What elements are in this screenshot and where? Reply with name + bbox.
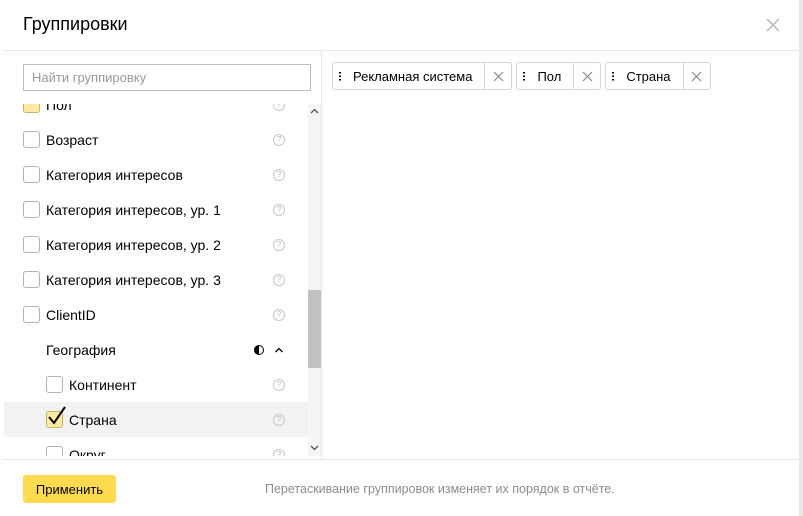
list-item-label: Категория интересов, ур. 3 [46, 271, 221, 288]
scrollbar-thumb[interactable] [308, 290, 321, 368]
group-header-geography[interactable]: География [4, 332, 308, 367]
checkbox[interactable] [23, 236, 40, 253]
checkbox[interactable] [23, 306, 40, 323]
grouping-tag[interactable]: Пол [516, 62, 602, 90]
grouping-tag-label: Пол [537, 68, 562, 84]
list-item[interactable]: Пол ? [4, 104, 308, 122]
help-icon[interactable]: ? [273, 168, 285, 181]
grouping-tag[interactable]: Страна [605, 62, 711, 90]
help-icon[interactable]: ? [273, 448, 285, 456]
footer-hint: Перетаскивание группировок изменяет их п… [265, 482, 615, 496]
chevron-up-icon[interactable] [274, 345, 284, 355]
panel-divider [321, 51, 322, 459]
checkbox[interactable] [23, 271, 40, 288]
drag-handle-icon[interactable] [333, 63, 347, 89]
list-item-label: ClientID [46, 306, 96, 323]
checkbox[interactable] [23, 166, 40, 183]
grouping-tag-label: Рекламная система [353, 68, 473, 84]
help-icon[interactable]: ? [273, 104, 285, 111]
groupings-list: Пол ? Возраст ? Категория интересов ? Ка… [4, 104, 308, 456]
groupings-dialog: Группировки Пол ? Возраст ? Категория ин… [4, 0, 799, 516]
grouping-tag[interactable]: Рекламная система [332, 62, 513, 90]
checkbox[interactable] [23, 104, 40, 113]
checkbox[interactable] [46, 406, 66, 428]
list-item-label: Пол [46, 104, 72, 113]
list-item-label: Категория интересов [46, 166, 183, 183]
remove-icon[interactable] [682, 63, 710, 89]
search-input[interactable] [23, 64, 311, 91]
list-item-label: Категория интересов, ур. 2 [46, 236, 221, 253]
selected-groupings: Рекламная система Пол Страна [332, 62, 711, 90]
grouping-tag-label: Страна [626, 68, 671, 84]
list-item[interactable]: Категория интересов ? [4, 157, 308, 192]
scroll-up-icon[interactable] [310, 107, 319, 116]
list-item-label: Страна [69, 411, 117, 428]
help-icon[interactable]: ? [273, 378, 285, 391]
footer-divider [4, 459, 799, 460]
list-item[interactable]: Страна ? [4, 402, 308, 437]
list-item[interactable]: ClientID ? [4, 297, 308, 332]
scrollbar-track[interactable] [308, 104, 321, 456]
help-icon[interactable]: ? [273, 133, 285, 146]
checkmark-icon [48, 406, 66, 425]
help-icon[interactable]: ? [273, 413, 285, 426]
scroll-down-icon[interactable] [310, 443, 319, 452]
list-item-label: Возраст [46, 131, 99, 148]
list-item[interactable]: Возраст ? [4, 122, 308, 157]
help-icon[interactable]: ? [273, 273, 285, 286]
drag-handle-icon[interactable] [517, 63, 531, 89]
header-divider [4, 50, 799, 51]
list-item[interactable]: Категория интересов, ур. 2 ? [4, 227, 308, 262]
checkbox[interactable] [46, 446, 63, 456]
checkbox[interactable] [23, 131, 40, 148]
list-item-label: Континент [69, 376, 137, 393]
close-icon[interactable] [764, 16, 782, 34]
drag-handle-icon[interactable] [606, 63, 620, 89]
help-icon[interactable]: ? [273, 203, 285, 216]
partial-selection-icon [254, 344, 264, 355]
checkbox[interactable] [46, 376, 63, 393]
help-icon[interactable]: ? [273, 308, 285, 321]
list-item-label: Округ [69, 446, 106, 457]
background-fragment [799, 0, 803, 516]
list-item[interactable]: Категория интересов, ур. 1 ? [4, 192, 308, 227]
list-item[interactable]: Континент ? [4, 367, 308, 402]
help-icon[interactable]: ? [273, 238, 285, 251]
group-label: География [46, 341, 116, 358]
apply-button[interactable]: Применить [23, 475, 116, 503]
remove-icon[interactable] [484, 63, 511, 89]
checkbox[interactable] [23, 201, 40, 218]
list-item[interactable]: Округ ? [4, 437, 308, 456]
list-item[interactable]: Категория интересов, ур. 3 ? [4, 262, 308, 297]
dialog-title: Группировки [23, 14, 128, 34]
remove-icon[interactable] [573, 63, 600, 89]
list-item-label: Категория интересов, ур. 1 [46, 201, 221, 218]
